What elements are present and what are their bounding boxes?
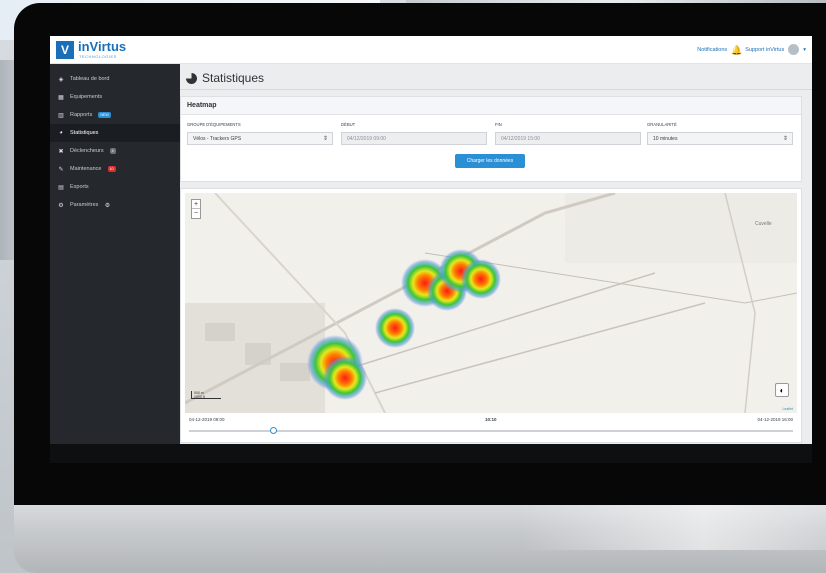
notifications-link[interactable]: Notifications	[697, 47, 727, 53]
map-scale: 500 m 1000 ft	[191, 391, 221, 399]
timeline-labels: 04-12-2019 09:00 10:10 04-12-2019 16:00	[189, 417, 793, 427]
sidebar-item-statistics[interactable]: ◕ Statistiques	[50, 124, 180, 142]
sidebar-item-label: Tableau de bord	[70, 76, 110, 82]
support-link[interactable]: Support inVirtus	[745, 47, 784, 53]
heat-spot	[461, 259, 501, 299]
sidebar-item-label: Exports	[70, 184, 89, 190]
panel-title: Heatmap	[181, 97, 801, 115]
timeline-slider-handle[interactable]	[270, 427, 278, 434]
group-select-value: Vélos - Trackers GPS	[193, 136, 242, 142]
scale-feet: 1000 ft	[194, 395, 205, 399]
sidebar-item-dashboard[interactable]: ◈ Tableau de bord	[50, 70, 180, 88]
dashboard-icon: ◈	[58, 76, 64, 83]
bell-icon[interactable]: 🔔	[731, 45, 742, 55]
sidebar-item-reports[interactable]: ▥ Rapports NEW	[50, 106, 180, 124]
end-date-input[interactable]: 04/12/2019 15:00	[495, 132, 641, 145]
logo-mark[interactable]: V	[56, 41, 74, 59]
chevron-down-icon[interactable]: ▾	[803, 47, 806, 53]
place-label: Cuvelle	[755, 221, 772, 227]
map-canvas: Cuvelle	[185, 193, 797, 413]
map-layers-button[interactable]: ◐	[775, 383, 789, 397]
map-attribution[interactable]: Leaflet	[782, 407, 793, 411]
granularity-select[interactable]: 10 minutes ⇕	[647, 132, 793, 145]
granularity-select-value: 10 minutes	[653, 136, 678, 142]
alert-badge: 10	[107, 166, 116, 172]
pie-chart-icon: ◕	[59, 130, 63, 136]
count-badge: 4	[109, 148, 116, 154]
gear-icon: ⚙	[58, 202, 64, 209]
sidebar-item-label: Déclencheurs	[70, 148, 104, 154]
zoom-in-button[interactable]: +	[192, 200, 200, 209]
pie-chart-icon	[186, 72, 197, 84]
heatmap-map[interactable]: Cuvelle + − 500 m 1000 ft ◐ Leaflet	[185, 193, 797, 413]
end-label: FIN	[495, 122, 502, 127]
start-date-input[interactable]: 04/12/2019 09:00	[341, 132, 487, 145]
group-label: GROUPE D'ÉQUIPEMENTS	[187, 122, 241, 127]
field-area	[565, 193, 797, 263]
sidebar-item-maintenance[interactable]: ✎ Maintenance 10	[50, 160, 180, 178]
heat-spot	[375, 308, 415, 348]
chart-bars-icon: ▥	[58, 112, 64, 119]
start-label: DÉBUT	[341, 122, 356, 127]
trigger-icon: ✖	[58, 148, 64, 155]
zoom-control: + −	[191, 199, 201, 219]
heat-spot	[323, 356, 367, 400]
divider	[180, 89, 812, 90]
screen-footer	[50, 444, 812, 463]
building	[205, 323, 235, 341]
sidebar-item-triggers[interactable]: ✖ Déclencheurs 4	[50, 142, 180, 160]
monitor-glare	[520, 505, 826, 550]
zoom-out-button[interactable]: −	[192, 209, 200, 218]
export-icon: ▤	[58, 184, 64, 191]
load-data-button[interactable]: Charger les données	[455, 154, 525, 168]
brand-name[interactable]: inVirtus	[78, 39, 126, 54]
wrench-icon: ✎	[58, 166, 64, 173]
map-panel: Cuvelle + − 500 m 1000 ft ◐ Leaflet 04-1…	[180, 188, 802, 443]
equipment-icon: ▦	[58, 94, 64, 101]
monitor-screen: V inVirtus TECHNOLOGIES Notifications 🔔 …	[50, 36, 812, 463]
building	[280, 363, 310, 381]
building	[245, 343, 271, 365]
page-title: Statistiques	[186, 71, 264, 85]
user-avatar-icon[interactable]	[788, 44, 800, 55]
group-select[interactable]: Vélos - Trackers GPS ⇕	[187, 132, 333, 145]
page-title-text: Statistiques	[202, 71, 265, 85]
main-content: Statistiques Heatmap GROUPE D'ÉQUIPEMENT…	[180, 64, 812, 463]
timeline-slider-track[interactable]	[189, 430, 793, 432]
palette-icon: ◐	[779, 386, 785, 395]
sidebar-item-label: Equipements	[70, 94, 103, 100]
sidebar-item-label: Maintenance	[70, 166, 102, 172]
sidebar-item-label: Statistiques	[70, 130, 99, 136]
top-bar-actions: Notifications 🔔 Support inVirtus ▾	[697, 44, 806, 55]
gear-icon: ⚙	[104, 202, 111, 209]
timeline-start: 04-12-2019 09:00	[189, 417, 225, 422]
sidebar-item-equipments[interactable]: ▦ Equipements	[50, 88, 180, 106]
sidebar: ◈ Tableau de bord ▦ Equipements ▥ Rappor…	[50, 64, 180, 463]
select-arrows-icon: ⇕	[782, 136, 788, 142]
new-badge: NEW	[98, 112, 111, 118]
top-bar: V inVirtus TECHNOLOGIES Notifications 🔔 …	[50, 36, 812, 64]
granularity-label: GRANULARITÉ	[647, 122, 677, 127]
timeline-current: 10:10	[485, 417, 497, 422]
brand-subtitle: TECHNOLOGIES	[79, 54, 117, 59]
sidebar-item-label: Paramètres	[70, 202, 99, 208]
sidebar-item-exports[interactable]: ▤ Exports	[50, 178, 180, 196]
sidebar-item-settings[interactable]: ⚙ Paramètres ⚙	[50, 196, 180, 214]
timeline-end: 04-12-2019 16:00	[757, 417, 793, 422]
sidebar-item-label: Rapports	[70, 112, 93, 118]
select-arrows-icon: ⇕	[322, 136, 328, 142]
heatmap-panel: Heatmap GROUPE D'ÉQUIPEMENTS Vélos - Tra…	[180, 96, 802, 182]
